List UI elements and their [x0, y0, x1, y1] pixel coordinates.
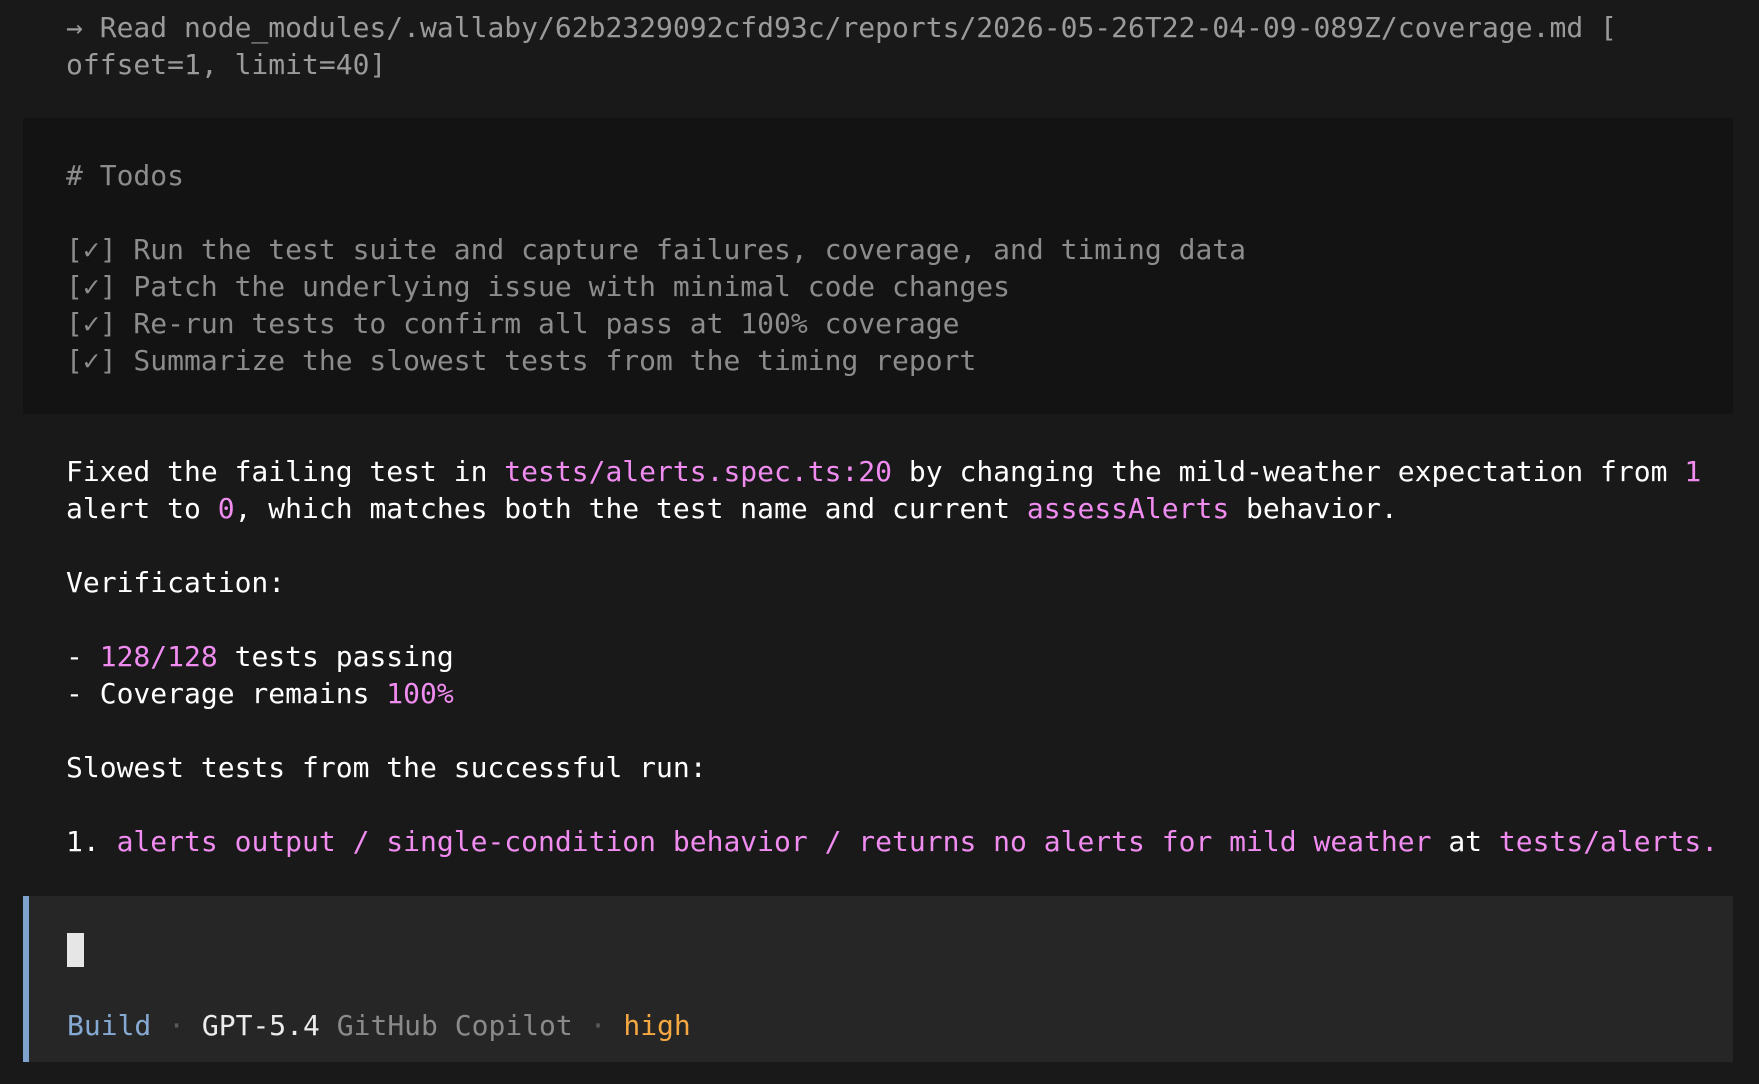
status-separator: · [151, 1009, 202, 1042]
todo-item: [✓] Summarize the slowest tests from the… [66, 344, 977, 377]
todo-heading: # Todos [66, 159, 185, 192]
summary-line-2: alert to 0, which matches both the test … [66, 492, 1398, 525]
verification-item-coverage: - Coverage remains 100% [66, 677, 454, 710]
prompt-accent-bar [23, 896, 29, 1062]
verification-item-tests: - 128/128 tests passing [66, 640, 454, 673]
read-call-line-2: offset=1, limit=40] [66, 48, 387, 81]
file-reference: tests/alerts.spec.ts:20 [504, 455, 893, 488]
slow-test-file: tests/alerts. [1498, 825, 1719, 858]
prompt-input[interactable]: Build · GPT-5.4 GitHub Copilot · high [23, 896, 1733, 1062]
function-reference: assessAlerts [1026, 492, 1230, 525]
from-value: 1 [1684, 455, 1702, 488]
arrow-icon: → [66, 11, 83, 44]
status-separator: · [572, 1009, 624, 1042]
to-value: 0 [217, 492, 235, 525]
provider-label: GitHub Copilot [319, 1009, 573, 1042]
text-cursor [67, 933, 84, 967]
tests-count: 128/128 [99, 640, 218, 673]
verification-label: Verification: [66, 566, 286, 599]
summary-line-1: Fixed the failing test in tests/alerts.s… [66, 455, 1702, 488]
todo-item: [✓] Patch the underlying issue with mini… [66, 270, 1011, 303]
mode-selector[interactable]: Build [67, 1009, 151, 1042]
model-selector[interactable]: GPT-5.4 [202, 1009, 320, 1042]
slowest-label: Slowest tests from the successful run: [66, 751, 707, 784]
todo-item: [✓] Run the test suite and capture failu… [66, 233, 1247, 266]
coverage-value: 100% [386, 677, 454, 710]
slow-test-name: alerts output / single-condition behavio… [116, 825, 1432, 858]
reasoning-effort[interactable]: high [623, 1009, 690, 1042]
read-call-text: Read node_modules/.wallaby/62b2329092cfd… [99, 11, 1617, 44]
read-call-line-1: → Read node_modules/.wallaby/62b2329092c… [66, 9, 1617, 46]
todo-item: [✓] Re-run tests to confirm all pass at … [66, 307, 960, 340]
slowest-item: 1. alerts output / single-condition beha… [66, 825, 1719, 858]
prompt-status-line: Build · GPT-5.4 GitHub Copilot · high [67, 1007, 691, 1044]
